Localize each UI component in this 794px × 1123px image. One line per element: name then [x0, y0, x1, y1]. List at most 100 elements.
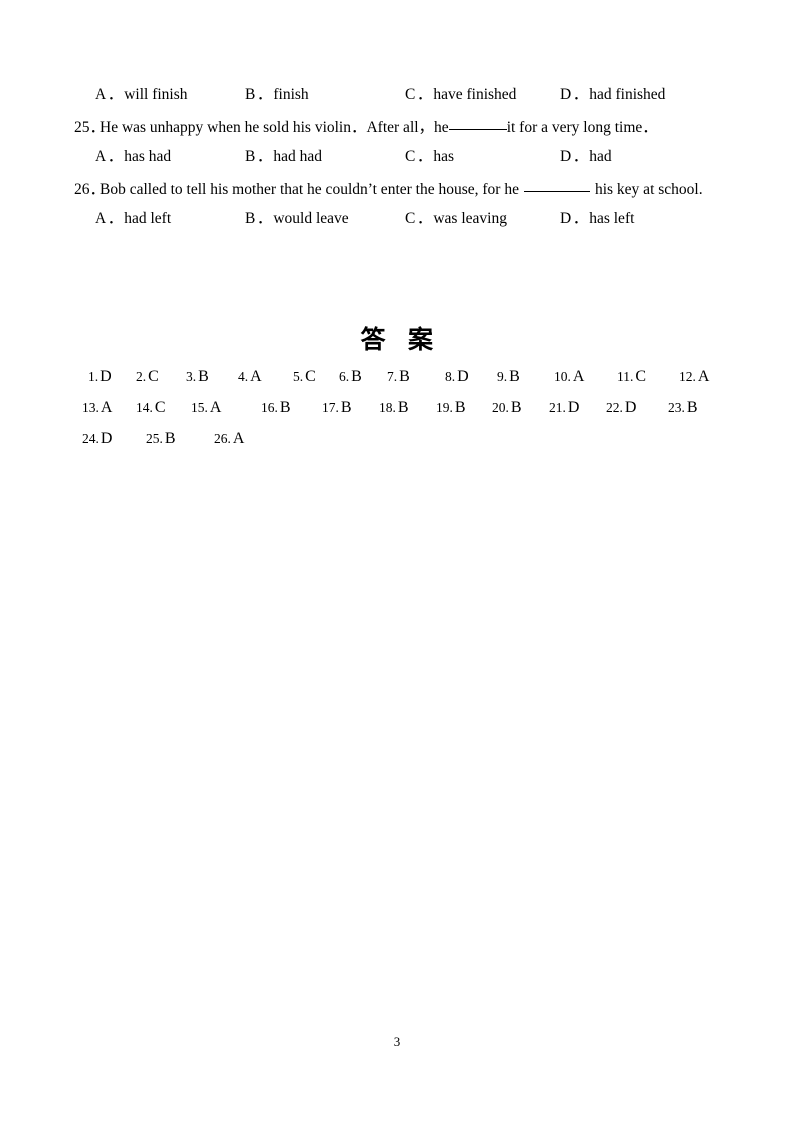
option-c[interactable]: C．has	[405, 144, 454, 170]
answer-item-number: 14	[136, 400, 150, 415]
answer-item-value: B	[454, 399, 466, 416]
question-text: Bob called to tell his mother that he co…	[100, 176, 703, 204]
answer-item-number: 5	[293, 369, 300, 384]
answer-key-line: 13. A 14. C 15. A 16. B 17. B 18. B 19. B 20. B 21. D 22. D…	[74, 396, 734, 420]
answer-item-value: B	[279, 399, 291, 416]
option-separator: ．	[107, 210, 124, 227]
answer-item-value: D	[567, 399, 580, 416]
answer-item-number: 22	[606, 400, 620, 415]
answers-heading: 答案	[0, 320, 794, 356]
answer-item-value: A	[697, 368, 710, 385]
option-text: has	[433, 148, 455, 165]
answer-item-number: 8	[445, 369, 452, 384]
option-text: had left	[124, 210, 172, 227]
answer-item-number: 17	[322, 400, 336, 415]
option-b[interactable]: B．finish	[245, 82, 309, 108]
option-letter: C	[405, 210, 416, 227]
answer-item-value: B	[340, 399, 352, 416]
option-text: was leaving	[433, 210, 507, 227]
answer-item-value: C	[305, 368, 316, 385]
question-text-before-blank: Bob called to tell his mother that he co…	[100, 181, 519, 198]
answer-item-value: A	[209, 399, 222, 416]
answer-item-number: 4	[238, 369, 245, 384]
option-separator: ．	[256, 86, 273, 103]
answer-item-26: 26. A	[214, 427, 244, 451]
document-page: A．will finish B．finish C．have finished D．ha…	[0, 0, 794, 1123]
option-letter: D	[560, 148, 572, 165]
answer-item-25: 25. B	[146, 427, 176, 451]
option-letter: B	[245, 210, 256, 227]
question-stem: 25． He was unhappy when he sold his violi…	[74, 114, 724, 142]
option-separator: ．	[572, 148, 589, 165]
option-separator: ．	[256, 210, 273, 227]
answer-item-number: 10	[554, 369, 568, 384]
answer-item-value: C	[148, 368, 159, 385]
option-b[interactable]: B．had had	[245, 144, 322, 170]
answer-item-15: 15. A	[191, 396, 221, 420]
answer-item-16: 16. B	[261, 396, 291, 420]
option-a[interactable]: A．had left	[95, 206, 171, 232]
answer-item-number: 9	[497, 369, 504, 384]
option-d[interactable]: D．had	[560, 144, 612, 170]
option-separator: ．	[572, 210, 589, 227]
option-letter: B	[245, 148, 256, 165]
answer-item-number: 20	[492, 400, 506, 415]
option-letter: C	[405, 148, 416, 165]
question-text-before-blank: He was unhappy when he sold his violin．A…	[100, 119, 449, 136]
answer-item-number: 18	[379, 400, 393, 415]
option-separator: ．	[107, 148, 124, 165]
answer-item-12: 12. A	[679, 365, 709, 389]
answer-item-2: 2. C	[136, 365, 159, 389]
options-row: A．has had B．had had C．has D．had	[74, 144, 724, 170]
answer-item-number: 6	[339, 369, 346, 384]
answer-item-value: A	[100, 399, 113, 416]
answer-item-value: A	[250, 368, 262, 385]
answer-item-value: D	[624, 399, 637, 416]
answer-item-value: B	[510, 399, 522, 416]
answer-item-1: 1. D	[88, 365, 112, 389]
option-d[interactable]: D．had finished	[560, 82, 665, 108]
answer-key-line: 24. D 25. B 26. A	[74, 427, 734, 451]
option-a[interactable]: A．will finish	[95, 82, 188, 108]
answer-item-number: 16	[261, 400, 275, 415]
answer-item-value: C	[635, 368, 647, 385]
answer-item-number: 24	[82, 431, 96, 446]
answer-item-22: 22. D	[606, 396, 636, 420]
option-text: would leave	[273, 210, 349, 227]
option-letter: B	[245, 86, 256, 103]
answer-item-5: 5. C	[293, 365, 316, 389]
option-letter: D	[560, 210, 572, 227]
answer-item-9: 9. B	[497, 365, 520, 389]
answer-blank[interactable]	[448, 129, 507, 130]
answer-item-value: A	[232, 430, 245, 447]
answer-item-3: 3. B	[186, 365, 209, 389]
option-a[interactable]: A．has had	[95, 144, 171, 170]
option-separator: ．	[107, 86, 124, 103]
option-c[interactable]: C．have finished	[405, 82, 516, 108]
option-separator: ．	[256, 148, 273, 165]
answer-item-8: 8. D	[445, 365, 469, 389]
answer-item-20: 20. B	[492, 396, 522, 420]
option-d[interactable]: D．has left	[560, 206, 634, 232]
answer-item-number: 12	[679, 369, 693, 384]
answer-blank[interactable]	[523, 191, 590, 192]
options-row: A．will finish B．finish C．have finished D．ha…	[74, 82, 724, 108]
answer-item-4: 4. A	[238, 365, 262, 389]
answer-item-value: B	[351, 368, 362, 385]
answer-item-17: 17. B	[322, 396, 352, 420]
answer-item-11: 11. C	[617, 365, 646, 389]
answer-item-number: 25	[146, 431, 160, 446]
option-text: has left	[589, 210, 635, 227]
answer-item-number: 1	[88, 369, 95, 384]
option-text: had finished	[589, 86, 666, 103]
option-letter: D	[560, 86, 572, 103]
option-separator: ．	[416, 86, 433, 103]
options-row: A．had left B．would leave C．was leaving D．ha…	[74, 206, 724, 232]
option-text: have finished	[433, 86, 517, 103]
option-separator: ．	[416, 210, 433, 227]
answer-item-number: 23	[668, 400, 682, 415]
answer-item-value: A	[572, 368, 585, 385]
answer-item-number: 11	[617, 369, 630, 384]
option-c[interactable]: C．was leaving	[405, 206, 507, 232]
option-b[interactable]: B．would leave	[245, 206, 349, 232]
